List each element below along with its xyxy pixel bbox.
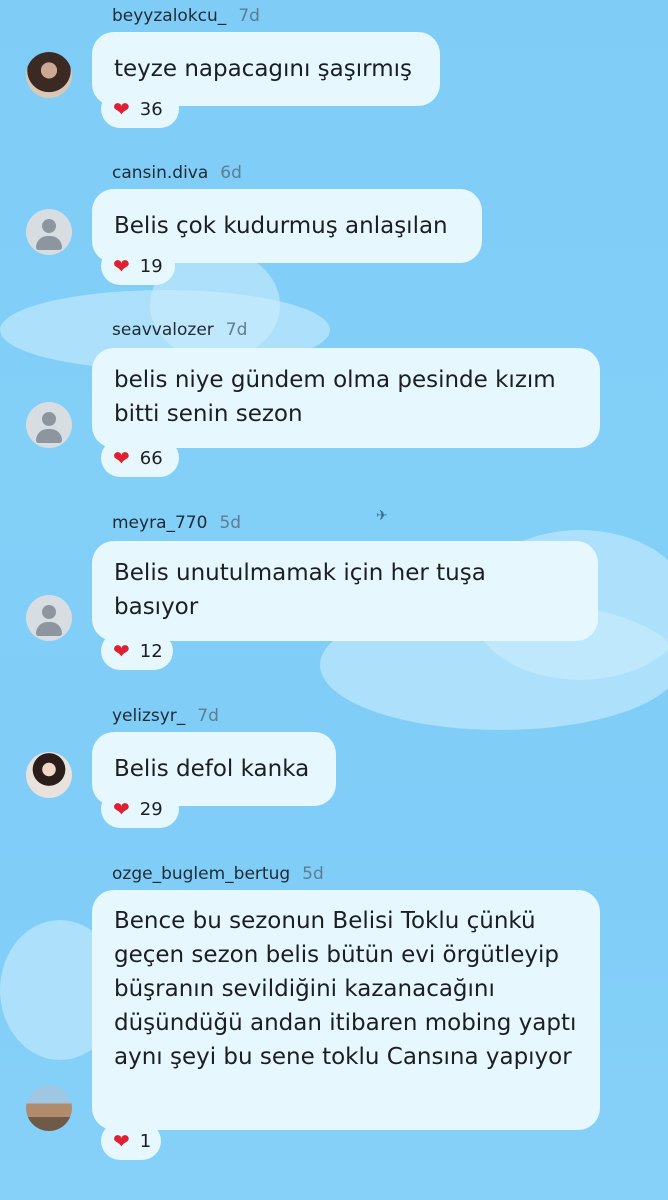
like-count: 36 (139, 98, 163, 120)
comment-username[interactable]: yelizsyr_ 7d (112, 706, 219, 726)
comment-time: 6d (220, 163, 242, 183)
like-button[interactable]: ❤ 66 (101, 439, 179, 477)
like-count: 29 (139, 798, 163, 820)
comment-text: Belis çok kudurmuş anlaşılan (114, 213, 448, 239)
comment-time: 7d (238, 6, 260, 26)
comment-username[interactable]: cansin.diva 6d (112, 163, 242, 183)
comment-username[interactable]: seavvalozer 7d (112, 320, 247, 340)
comment-text: teyze napacagını şaşırmış (114, 56, 412, 82)
heart-icon: ❤ (113, 639, 130, 663)
user-avatar[interactable] (26, 52, 72, 98)
like-button[interactable]: ❤ 36 (101, 90, 179, 128)
bird-icon: ✈ (376, 508, 388, 524)
comment-username[interactable]: meyra_770 5d (112, 513, 241, 533)
heart-icon: ❤ (113, 1129, 130, 1153)
comment-text: Belis unutulmamak için her tuşa basıyor (114, 560, 486, 620)
comment-time: 7d (225, 320, 248, 340)
like-count: 12 (139, 640, 163, 662)
comment-bubble: Belis unutulmamak için her tuşa basıyor (92, 541, 598, 641)
user-avatar[interactable] (26, 209, 72, 255)
like-button[interactable]: ❤ 29 (101, 790, 179, 828)
comment-time: 5d (219, 513, 242, 533)
comment-time: 5d (302, 864, 324, 884)
comment-username[interactable]: beyyzalokcu_ 7d (112, 6, 260, 26)
heart-icon: ❤ (113, 797, 130, 821)
like-count: 66 (139, 447, 163, 469)
like-count: 19 (139, 255, 163, 277)
comment-text: belis niye gündem olma pesinde kızım bit… (114, 367, 556, 427)
user-avatar[interactable] (26, 402, 72, 448)
user-avatar[interactable] (26, 1085, 72, 1131)
comment-bubble: belis niye gündem olma pesinde kızım bit… (92, 348, 600, 448)
heart-icon: ❤ (113, 446, 130, 470)
like-count: 1 (139, 1130, 152, 1152)
comment-text: Belis defol kanka (114, 756, 310, 782)
like-button[interactable]: ❤ 19 (101, 247, 175, 285)
comment-text: Bence bu sezonun Belisi Toklu çünkü geçe… (114, 908, 577, 1070)
like-button[interactable]: ❤ 12 (101, 632, 173, 670)
user-avatar[interactable] (26, 752, 72, 798)
like-button[interactable]: ❤ 1 (101, 1122, 161, 1160)
comment-username[interactable]: ozge_buglem_bertug 5d (112, 864, 324, 884)
user-avatar[interactable] (26, 595, 72, 641)
heart-icon: ❤ (113, 254, 130, 278)
comment-time: 7d (197, 706, 219, 726)
heart-icon: ❤ (113, 97, 130, 121)
comment-bubble: Bence bu sezonun Belisi Toklu çünkü geçe… (92, 890, 600, 1130)
